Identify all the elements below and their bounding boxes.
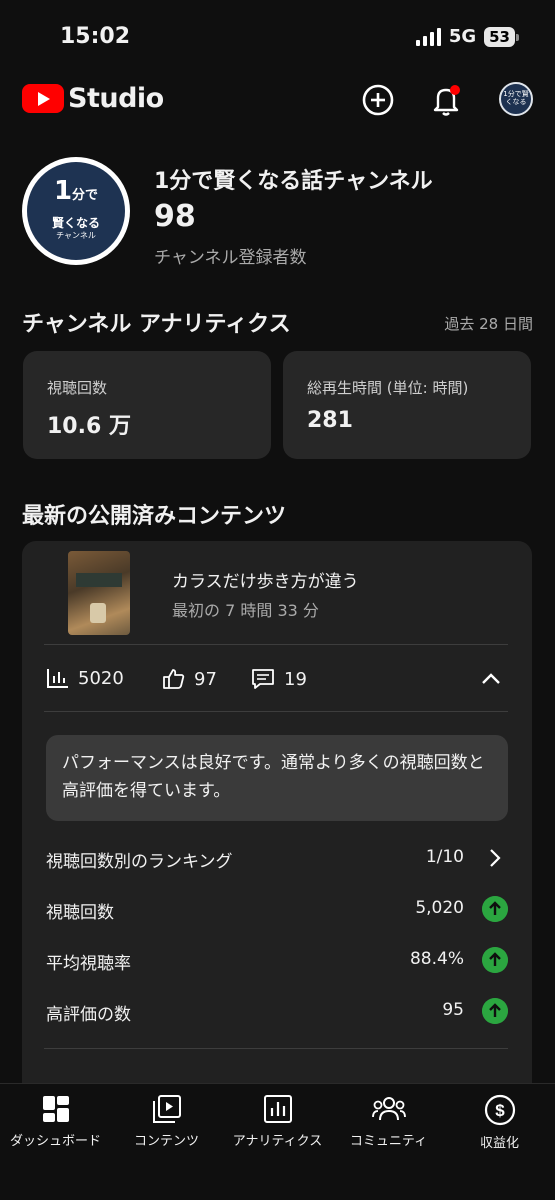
latest-content-title: 最新の公開済みコンテンツ (22, 504, 287, 529)
arrow-up-icon (482, 998, 508, 1024)
views-card[interactable]: 視聴回数 10.6 万 (23, 351, 271, 459)
dashboard-icon (42, 1096, 69, 1122)
likes-row: 高評価の数 95 (46, 996, 508, 1026)
comment-icon (252, 669, 274, 689)
status-indicators: 5G 53 (415, 26, 519, 47)
add-circle-icon[interactable] (360, 82, 396, 118)
avatar-big-text: 1 (53, 176, 73, 206)
nav-label: ダッシュボード (9, 1134, 101, 1149)
avatar-mid-text: 賢くなる (51, 216, 100, 230)
nav-label: コンテンツ (133, 1134, 199, 1149)
subscriber-label: チャンネル登録者数 (154, 248, 307, 268)
divider (44, 711, 508, 712)
video-title[interactable]: カラスだけ歩き方が違う (172, 567, 359, 592)
nav-label: アナリティクス (232, 1134, 323, 1149)
divider (44, 1048, 508, 1049)
views-row: 視聴回数 5,020 (46, 894, 508, 924)
row-value: 1/10 (425, 847, 464, 867)
watch-time-card-value: 281 (307, 408, 353, 433)
status-time: 15:02 (60, 24, 131, 49)
likes-count: 97 (194, 668, 217, 690)
bell-icon[interactable] (428, 82, 464, 118)
views-stat: 5020 (46, 667, 124, 689)
divider (44, 644, 508, 645)
bar-chart-icon (47, 669, 68, 688)
row-value: 88.4% (409, 949, 464, 969)
views-card-value: 10.6 万 (47, 414, 131, 439)
avg-view-rate-row: 平均視聴率 88.4% (46, 945, 508, 975)
app-name: Studio (68, 83, 164, 114)
views-card-label: 視聴回数 (47, 379, 108, 397)
youtube-play-icon (22, 84, 64, 113)
performance-message: パフォーマンスは良好です。通常より多くの視聴回数と高評価を得ています。 (46, 735, 508, 821)
account-avatar[interactable]: 1分で賢くなる (499, 82, 533, 116)
ranking-row[interactable]: 視聴回数別のランキング 1/10 (46, 843, 508, 873)
row-label: 視聴回数別のランキング (46, 852, 233, 872)
chevron-up-icon[interactable] (480, 669, 502, 689)
network-type: 5G (448, 26, 477, 47)
analytics-period: 過去 28 日間 (444, 315, 533, 333)
row-label: 平均視聴率 (46, 954, 131, 974)
comments-stat: 19 (250, 667, 307, 691)
nav-monetization[interactable]: $ 収益化 (444, 1094, 555, 1151)
svg-text:$: $ (495, 1101, 505, 1120)
app-header: Studio 1分で賢くなる (0, 70, 555, 130)
row-value: 5,020 (415, 898, 464, 918)
youtube-studio-logo[interactable]: Studio (22, 83, 164, 114)
avatar-sub-text: チャンネル (56, 231, 96, 240)
nav-label: 収益化 (479, 1136, 519, 1151)
chevron-right-icon (490, 849, 501, 867)
nav-dashboard[interactable]: ダッシュボード (0, 1094, 111, 1149)
nav-content[interactable]: コンテンツ (111, 1094, 222, 1149)
avatar-big-suffix: 分で (72, 188, 99, 203)
bottom-navigation: ダッシュボード コンテンツ アナリティクス コミュニティ $ 収益化 (0, 1083, 555, 1200)
content-icon (152, 1095, 181, 1123)
watch-time-card[interactable]: 総再生時間 (単位: 時間) 281 (283, 351, 531, 459)
nav-analytics[interactable]: アナリティクス (222, 1094, 333, 1149)
thumbs-up-icon (163, 669, 185, 689)
nav-label: コミュニティ (349, 1134, 428, 1149)
watch-time-card-label: 総再生時間 (単位: 時間) (307, 379, 469, 397)
notification-dot (450, 85, 460, 95)
video-thumbnail[interactable] (68, 551, 130, 635)
subscriber-count: 98 (154, 199, 196, 234)
row-label: 視聴回数 (46, 903, 114, 923)
channel-avatar[interactable]: 1分で 賢くなる チャンネル (22, 157, 130, 265)
row-value: 95 (442, 1000, 464, 1020)
nav-community[interactable]: コミュニティ (333, 1094, 444, 1149)
arrow-up-icon (482, 896, 508, 922)
latest-content-card: カラスだけ歩き方が違う 最初の 7 時間 33 分 5020 97 19 パフォ… (22, 541, 532, 1111)
arrow-up-icon (482, 947, 508, 973)
channel-summary: 1分で 賢くなる チャンネル 1分で賢くなる話チャンネル 98 チャンネル登録者… (22, 157, 534, 268)
views-count: 5020 (78, 667, 124, 689)
comments-count: 19 (284, 668, 307, 690)
row-label: 高評価の数 (46, 1005, 131, 1025)
battery-icon: 53 (484, 26, 519, 47)
video-period: 最初の 7 時間 33 分 (172, 601, 319, 620)
channel-name: 1分で賢くなる話チャンネル (154, 169, 433, 194)
analytics-title: チャンネル アナリティクス (22, 312, 291, 337)
likes-stat: 97 (162, 667, 217, 691)
signal-icon (415, 27, 441, 46)
status-bar: 15:02 5G 53 (0, 0, 555, 70)
monetization-icon: $ (484, 1094, 515, 1126)
analytics-icon (263, 1095, 292, 1123)
community-icon (371, 1097, 406, 1121)
